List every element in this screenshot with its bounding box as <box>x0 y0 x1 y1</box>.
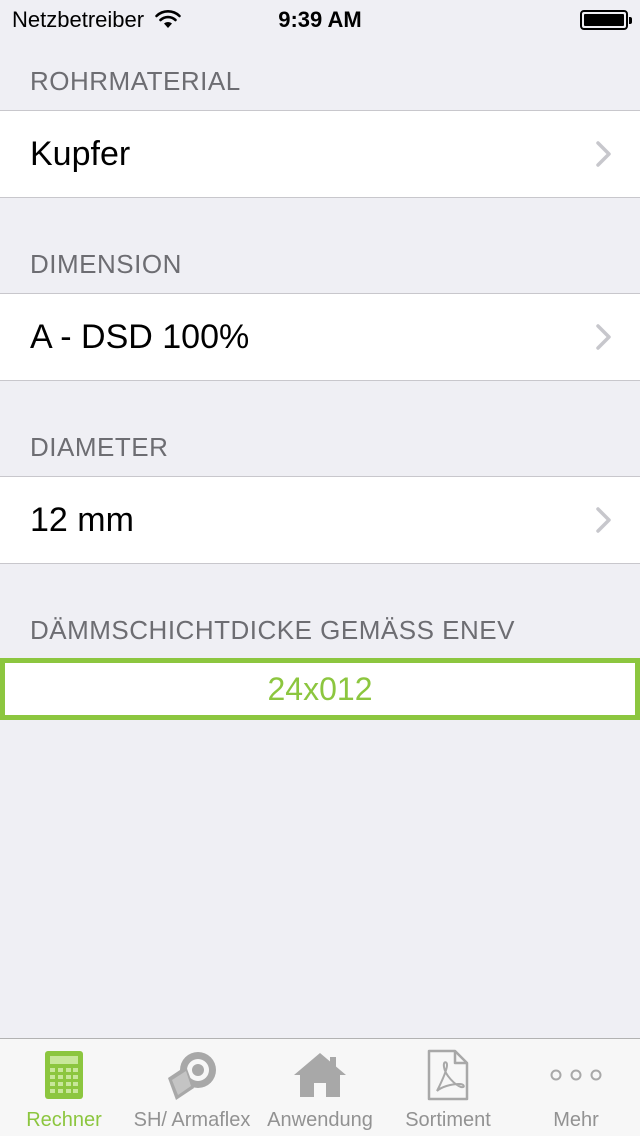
tab-bar: Rechner SH/ Armaflex Anwendung Sortiment… <box>0 1038 640 1136</box>
section-header-rohrmaterial: ROHRMATERIAL <box>30 66 241 96</box>
tab-mehr[interactable]: Mehr <box>512 1039 640 1136</box>
chevron-right-icon <box>596 507 611 533</box>
chevron-right-icon <box>596 324 611 350</box>
tab-rechner[interactable]: Rechner <box>0 1039 128 1136</box>
diameter-value: 12 mm <box>30 500 134 539</box>
wifi-icon <box>155 10 181 28</box>
house-icon <box>290 1047 350 1103</box>
tab-label-sortiment: Sortiment <box>405 1109 491 1131</box>
dimension-cell[interactable]: A - DSD 100% <box>0 293 640 381</box>
battery-icon <box>580 10 632 30</box>
tab-label-rechner: Rechner <box>26 1109 102 1131</box>
tab-sortiment[interactable]: Sortiment <box>384 1039 512 1136</box>
section-header-result: DÄMMSCHICHTDICKE GEMÄSS ENEV <box>30 615 515 645</box>
pipe-insulation-icon <box>162 1047 222 1103</box>
tab-label-sh-armaflex: SH/ Armaflex <box>133 1109 251 1131</box>
section-header-diameter: DIAMETER <box>30 432 169 462</box>
rohrmaterial-cell[interactable]: Kupfer <box>0 110 640 198</box>
tab-label-mehr: Mehr <box>553 1109 599 1131</box>
dimension-value: A - DSD 100% <box>30 317 250 356</box>
status-left: Netzbetreiber <box>12 7 182 33</box>
tab-anwendung[interactable]: Anwendung <box>256 1039 384 1136</box>
result-value: 24x012 <box>267 670 373 707</box>
tab-label-anwendung: Anwendung <box>267 1109 373 1131</box>
chevron-right-icon <box>596 141 611 167</box>
carrier-label: Netzbetreiber <box>12 7 145 32</box>
result-box: 24x012 <box>0 658 640 720</box>
rohrmaterial-value: Kupfer <box>30 134 131 173</box>
calculator-icon <box>34 1047 94 1103</box>
pdf-document-icon <box>418 1047 478 1103</box>
status-bar: Netzbetreiber 9:39 AM <box>0 0 640 40</box>
tab-sh-armaflex[interactable]: SH/ Armaflex <box>128 1039 256 1136</box>
more-icon <box>546 1047 606 1103</box>
diameter-cell[interactable]: 12 mm <box>0 476 640 564</box>
section-header-dimension: DIMENSION <box>30 249 182 279</box>
